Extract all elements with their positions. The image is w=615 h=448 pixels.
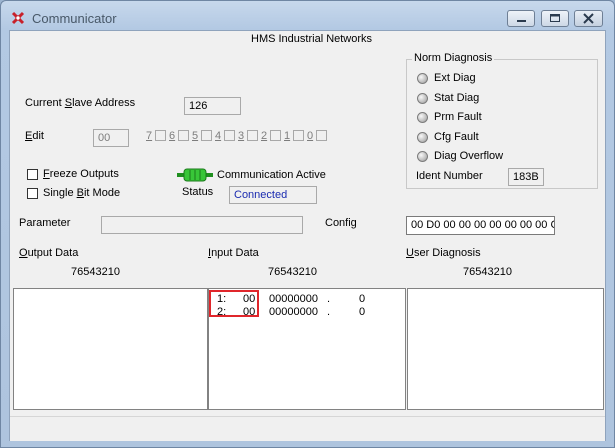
cfg-fault-led-icon <box>417 132 428 143</box>
maximize-icon <box>550 14 560 22</box>
user-diagnosis-bits-header: 76543210 <box>463 266 512 278</box>
ident-number-field: 183B <box>508 168 544 186</box>
input-data-bits-header: 76543210 <box>268 266 317 278</box>
edit-field[interactable]: 00 <box>93 129 129 147</box>
parameter-field[interactable] <box>101 216 303 234</box>
input-row-2-decimal: 0 <box>359 306 366 318</box>
input-data-label: Input Data <box>208 247 259 259</box>
single-bit-mode-label: Single Bit Mode <box>43 187 121 199</box>
parameter-label: Parameter <box>19 217 71 229</box>
input-row-1-ascii: . <box>327 293 331 305</box>
freeze-outputs-label: Freeze Outputs <box>43 168 119 180</box>
norm-diagnosis-group: Norm Diagnosis Ext Diag Stat Diag Prm Fa… <box>406 52 598 189</box>
ident-number-label: Ident Number <box>416 170 483 182</box>
current-slave-address-label: Current Slave Address <box>25 97 136 109</box>
communication-active-label: Communication Active <box>217 169 326 181</box>
window-title: Communicator <box>32 11 117 26</box>
bit-5-label: 5 <box>192 130 199 142</box>
bit-0-checkbox[interactable] <box>316 130 327 141</box>
ext-diag-label: Ext Diag <box>434 72 476 84</box>
title-bar[interactable]: Communicator <box>1 1 614 31</box>
user-diagnosis-list[interactable] <box>407 288 604 410</box>
current-slave-address-field[interactable]: 126 <box>184 97 241 115</box>
bit-7-checkbox[interactable] <box>155 130 166 141</box>
minimize-button[interactable] <box>507 10 535 27</box>
close-icon <box>583 13 594 24</box>
status-bar <box>10 416 605 441</box>
bit-5-checkbox[interactable] <box>201 130 212 141</box>
diag-overflow-label: Diag Overflow <box>434 150 504 162</box>
freeze-outputs-checkbox[interactable] <box>27 169 38 180</box>
input-row-2-ascii: . <box>327 306 331 318</box>
input-row-1-binary: 00000000 <box>269 293 318 305</box>
status-label: Status <box>182 186 214 198</box>
output-data-label: Output Data <box>19 247 79 259</box>
minimize-icon <box>517 20 526 22</box>
edit-label: Edit <box>25 130 44 142</box>
bit-4-checkbox[interactable] <box>224 130 235 141</box>
bit-2-label: 2 <box>261 130 268 142</box>
client-area: HMS Industrial Networks Current Slave Ad… <box>9 30 606 441</box>
prm-fault-led-icon <box>417 112 428 123</box>
status-field: Connected <box>229 186 317 204</box>
bit-0-label: 0 <box>307 130 314 142</box>
ext-diag-led-icon <box>417 73 428 84</box>
input-data-list[interactable]: 1: 00 00000000 . 0 2: 00 00000000 . 0 <box>208 288 406 410</box>
bit-1-checkbox[interactable] <box>293 130 304 141</box>
input-row-2-binary: 00000000 <box>269 306 318 318</box>
diag-overflow-led-icon <box>417 151 428 162</box>
bit-3-checkbox[interactable] <box>247 130 258 141</box>
close-button[interactable] <box>574 10 603 27</box>
config-label: Config <box>325 217 357 229</box>
bit-7-label: 7 <box>146 130 153 142</box>
bit-6-label: 6 <box>169 130 176 142</box>
output-data-bits-header: 76543210 <box>71 266 120 278</box>
stat-diag-led-icon <box>417 93 428 104</box>
app-icon <box>11 11 25 25</box>
main-window: Communicator HMS Industrial Networks Cur… <box>0 0 615 448</box>
norm-diagnosis-title: Norm Diagnosis <box>412 52 495 64</box>
bit-6-checkbox[interactable] <box>178 130 189 141</box>
bit-2-checkbox[interactable] <box>270 130 281 141</box>
connector-icon <box>177 168 213 182</box>
bit-3-label: 3 <box>238 130 245 142</box>
cfg-fault-label: Cfg Fault <box>434 131 479 143</box>
single-bit-mode-checkbox[interactable] <box>27 188 38 199</box>
stat-diag-label: Stat Diag <box>434 92 480 104</box>
highlight-box <box>209 290 259 317</box>
header-title: HMS Industrial Networks <box>251 33 373 45</box>
bit-1-label: 1 <box>284 130 291 142</box>
config-field[interactable]: 00 D0 00 00 00 00 00 00 00 C <box>406 216 555 235</box>
prm-fault-label: Prm Fault <box>434 111 482 123</box>
maximize-button[interactable] <box>541 10 569 27</box>
user-diagnosis-label: User Diagnosis <box>406 247 481 259</box>
bit-4-label: 4 <box>215 130 222 142</box>
input-row-1-decimal: 0 <box>359 293 366 305</box>
output-data-list[interactable] <box>13 288 208 410</box>
